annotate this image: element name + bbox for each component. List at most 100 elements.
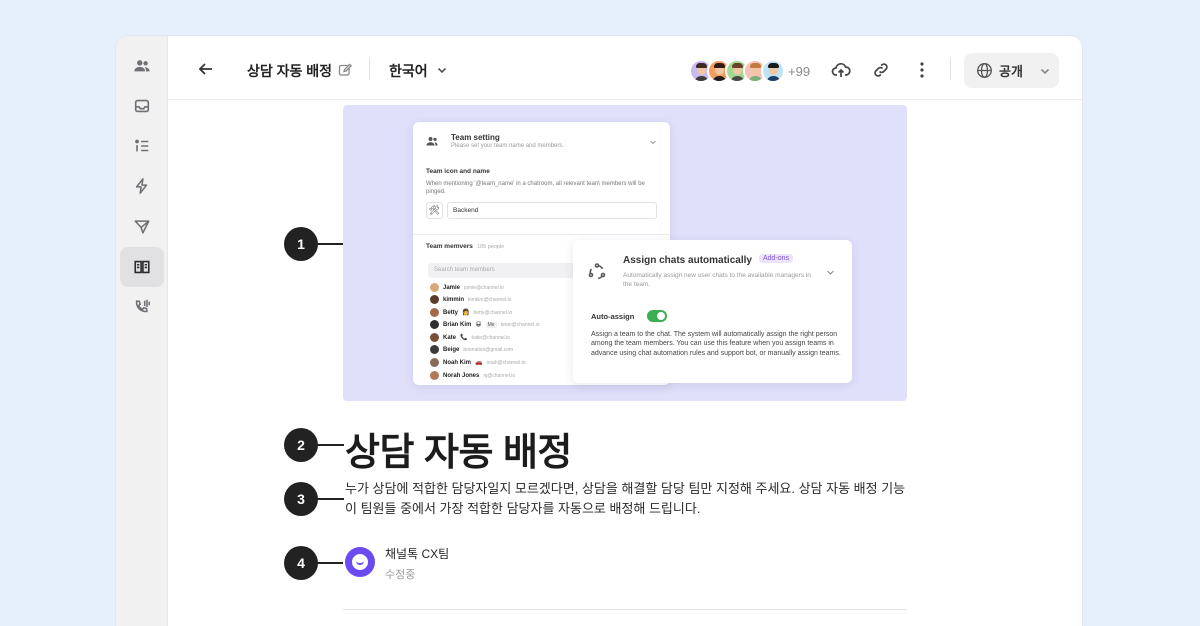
sidebar-item-list[interactable]: [120, 126, 164, 166]
sidebar-item-team[interactable]: [120, 46, 164, 86]
member-name: Kate: [443, 334, 457, 341]
article-description[interactable]: 누가 상담에 적합한 담당자일지 모르겠다면, 상담을 해결할 담당 팀만 지정…: [345, 479, 915, 519]
chevron-down-icon: [827, 270, 834, 275]
sidebar-item-send[interactable]: [120, 207, 164, 247]
lightning-icon: [135, 178, 148, 194]
more-collaborators-count[interactable]: +99: [788, 64, 810, 79]
auto-assign-label: Auto-assign: [591, 312, 635, 321]
people-icon: [426, 137, 438, 146]
status-emoji: 😀: [475, 322, 482, 328]
callout-marker-4: 4: [284, 546, 318, 580]
team-setting-subtitle: Please set your team name and members.: [451, 143, 565, 149]
team-name-field: Backend: [447, 202, 657, 219]
avatar: [430, 345, 439, 354]
article-heading[interactable]: 상담 자동 배정: [345, 421, 572, 476]
member-email: nj@channel.io: [483, 372, 516, 379]
document-title[interactable]: 상담 자동 배정: [247, 61, 332, 81]
sidebar-item-docs[interactable]: [120, 247, 164, 287]
status-emoji: 👩: [462, 310, 470, 316]
list-item: Kate 📞 katie@channel.io: [430, 332, 510, 343]
channeltalk-logo: [345, 547, 375, 577]
me-badge: Me: [485, 321, 497, 328]
sidebar-item-automation[interactable]: [120, 166, 164, 206]
member-email: katie@channel.io: [471, 334, 510, 341]
divider: [343, 609, 907, 610]
chevron-down-icon: [1040, 68, 1049, 74]
member-email: boonation@gmail.com: [463, 346, 514, 353]
send-icon: [134, 220, 150, 234]
member-name: Beige: [443, 346, 460, 353]
list-item: Noah Kim 🚗 noah@channel.io: [430, 357, 526, 368]
member-name: kimmin: [443, 296, 465, 303]
members-count: 105 people: [477, 244, 505, 250]
upload-button[interactable]: [831, 60, 851, 80]
assign-title: Assign chats automatically: [623, 255, 752, 266]
member-name: Betty: [443, 309, 459, 316]
callout-line: [317, 498, 344, 500]
divider: [950, 58, 951, 80]
member-email: noah@channel.io: [486, 359, 526, 366]
avatar: [430, 358, 439, 367]
callout-line: [317, 243, 343, 245]
edit-title-button[interactable]: [338, 63, 352, 77]
visibility-dropdown[interactable]: 공개: [964, 53, 1059, 88]
assign-chats-card: Assign chats automatically Add-ons Autom…: [573, 240, 852, 383]
hero-image: Team setting Please set your team name a…: [343, 105, 907, 401]
cloud-upload-icon: [831, 62, 851, 77]
member-name: Brian Kim: [443, 321, 472, 328]
avatar: [430, 283, 439, 292]
language-selector[interactable]: 한국어: [389, 61, 428, 81]
team-setting-title: Team setting: [451, 133, 500, 142]
assign-subtitle: Automatically assign new user chats to t…: [623, 272, 811, 288]
author-name: 채널톡 CX팀: [385, 547, 450, 561]
people-icon: [134, 60, 150, 72]
divider: [413, 234, 670, 235]
book-icon: [134, 260, 150, 274]
avatar: [430, 371, 439, 380]
list-item: Jamie jamie@channel.io: [430, 282, 504, 293]
list-item: kimmin kimkim@channel.io: [430, 294, 511, 305]
sidebar-item-inbox[interactable]: [120, 86, 164, 126]
collaborator-avatars[interactable]: [689, 59, 785, 83]
team-icon-description: When mentioning '@team_name' in a chatro…: [426, 181, 645, 195]
copy-link-button[interactable]: [871, 60, 891, 80]
tools-icon: 🛠: [426, 202, 443, 219]
phone-icon: [135, 299, 150, 313]
callout-marker-3: 3: [284, 482, 318, 516]
avatar: [430, 333, 439, 342]
avatar: [761, 59, 785, 83]
chevron-down-icon[interactable]: [436, 64, 448, 76]
back-button[interactable]: [196, 58, 218, 80]
addons-badge: Add-ons: [759, 254, 794, 263]
callout-marker-1: 1: [284, 227, 318, 261]
list-item: Norah Jones nj@channel.io: [430, 370, 515, 381]
callout-marker-2: 2: [284, 428, 318, 462]
list-item: Betty 👩 betty@channel.io: [430, 307, 512, 318]
assign-cycle-icon: [588, 263, 606, 280]
globe-icon: [977, 63, 992, 78]
more-options-button[interactable]: [912, 60, 932, 80]
status-emoji: 🚗: [475, 360, 483, 366]
members-heading: Team memvers: [426, 243, 473, 250]
author-status: 수정중: [385, 569, 416, 581]
member-email: brian@channel.io: [500, 321, 540, 328]
inbox-icon: [134, 99, 150, 113]
sidebar: [116, 36, 168, 626]
document-toolbar: 상담 자동 배정 한국어 +99 공개: [168, 36, 1082, 100]
avatar: [430, 320, 439, 329]
member-name: Noah Kim: [443, 359, 472, 366]
avatar: [430, 308, 439, 317]
member-name: Jamie: [443, 284, 461, 291]
sidebar-item-call[interactable]: [120, 287, 164, 327]
status-emoji: 📞: [460, 335, 468, 341]
pencil-icon: [338, 63, 352, 76]
member-name: Norah Jones: [443, 372, 480, 379]
team-icon-heading: Team icon and name: [426, 168, 490, 175]
divider: [369, 58, 370, 80]
list-item: Beige boonation@gmail.com: [430, 344, 513, 355]
more-vertical-icon: [920, 62, 924, 78]
member-email: kimkim@channel.io: [468, 296, 512, 303]
list-item: Brian Kim 😀 Me brian@channel.io: [430, 319, 540, 330]
member-email: jamie@channel.io: [464, 284, 504, 291]
callout-line: [317, 444, 344, 446]
